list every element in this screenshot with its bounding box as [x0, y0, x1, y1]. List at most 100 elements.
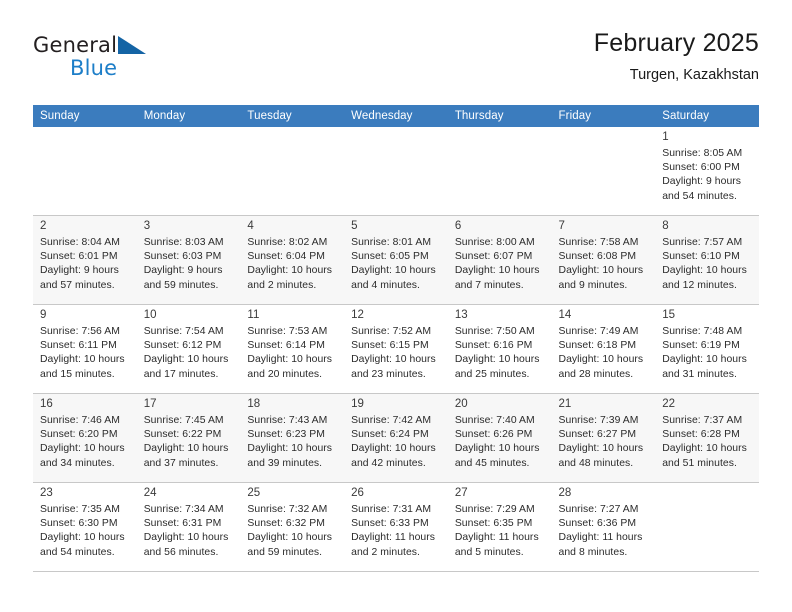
day-cell-content: 14 Sunrise: 7:49 AM Sunset: 6:18 PM Dayligh…: [552, 305, 656, 393]
sunrise-text: Sunrise: 7:40 AM: [454, 415, 535, 426]
daylight-text-line2: and 15 minutes.: [40, 368, 115, 380]
day-cell[interactable]: 16 Sunrise: 7:46 AM Sunset: 6:20 PM Dayligh…: [33, 393, 137, 483]
day-number: 11: [247, 309, 260, 321]
day-cell-content: 16 Sunrise: 7:46 AM Sunset: 6:20 PM Dayligh…: [33, 394, 137, 482]
day-cell[interactable]: 12 Sunrise: 7:52 AM Sunset: 6:15 PM Dayligh…: [344, 304, 448, 394]
day-details: Sunrise: 8:03 AM Sunset: 6:03 PM Daylight:…: [144, 236, 235, 293]
day-cell[interactable]: 24 Sunrise: 7:34 AM Sunset: 6:31 PM Dayligh…: [136, 482, 241, 572]
sunset-text: Sunset: 6:12 PM: [143, 340, 222, 352]
sunrise-text: Sunrise: 7:49 AM: [558, 326, 639, 337]
day-details: Sunrise: 7:54 AM Sunset: 6:12 PM Daylight:…: [144, 325, 235, 382]
daylight-text-line1: Daylight: 9 hours: [662, 176, 742, 188]
day-details: Sunrise: 7:52 AM Sunset: 6:15 PM Daylight:…: [351, 325, 442, 382]
day-cell[interactable]: [551, 127, 656, 216]
day-cell[interactable]: 25 Sunrise: 7:32 AM Sunset: 6:32 PM Dayligh…: [240, 482, 345, 572]
day-details: Sunrise: 7:48 AM Sunset: 6:19 PM Daylight:…: [662, 325, 753, 382]
day-cell[interactable]: 26 Sunrise: 7:31 AM Sunset: 6:33 PM Dayligh…: [344, 482, 448, 572]
day-cell-content: 28 Sunrise: 7:27 AM Sunset: 6:36 PM Dayligh…: [552, 483, 656, 571]
day-number: 17: [143, 398, 157, 410]
day-number: 28: [558, 487, 572, 499]
day-cell[interactable]: 11 Sunrise: 7:53 AM Sunset: 6:14 PM Dayligh…: [240, 304, 345, 394]
day-cell[interactable]: [344, 127, 448, 216]
daylight-text-line1: Daylight: 10 hours: [351, 354, 436, 366]
day-details: Sunrise: 7:32 AM Sunset: 6:32 PM Daylight:…: [247, 503, 338, 560]
daylight-text-line1: Daylight: 10 hours: [247, 443, 333, 455]
sunset-text: Sunset: 6:27 PM: [558, 429, 637, 441]
daylight-text-line1: Daylight: 11 hours: [351, 532, 435, 544]
day-cell[interactable]: 13 Sunrise: 7:50 AM Sunset: 6:16 PM Dayligh…: [447, 304, 552, 394]
day-cell[interactable]: 9 Sunrise: 7:56 AM Sunset: 6:11 PM Daylight…: [33, 304, 137, 394]
day-cell[interactable]: 15 Sunrise: 7:48 AM Sunset: 6:19 PM Dayligh…: [655, 304, 759, 394]
day-cell[interactable]: 21 Sunrise: 7:39 AM Sunset: 6:27 PM Dayligh…: [551, 393, 656, 483]
daylight-text-line2: and 54 minutes.: [662, 190, 737, 202]
daylight-text-line2: and 9 minutes.: [558, 279, 628, 291]
day-cell[interactable]: 10 Sunrise: 7:54 AM Sunset: 6:12 PM Dayligh…: [136, 304, 241, 394]
day-details: Sunrise: 7:29 AM Sunset: 6:35 PM Daylight:…: [455, 503, 546, 560]
day-cell[interactable]: 18 Sunrise: 7:43 AM Sunset: 6:23 PM Dayligh…: [240, 393, 345, 483]
calendar-week-row: 1 Sunrise: 8:05 AM Sunset: 6:00 PM Daylight…: [33, 127, 759, 216]
day-cell[interactable]: 8 Sunrise: 7:57 AM Sunset: 6:10 PM Daylight…: [655, 215, 759, 305]
sunset-text: Sunset: 6:20 PM: [40, 429, 118, 441]
day-cell[interactable]: 7 Sunrise: 7:58 AM Sunset: 6:08 PM Daylight…: [551, 215, 656, 305]
day-cell-content: 10 Sunrise: 7:54 AM Sunset: 6:12 PM Dayligh…: [137, 305, 241, 393]
daylight-text-line1: Daylight: 10 hours: [247, 532, 333, 544]
day-details: Sunrise: 7:58 AM Sunset: 6:08 PM Daylight:…: [559, 236, 650, 293]
brand-name-blue: Blue: [70, 56, 118, 80]
day-number: 2: [40, 220, 47, 232]
day-number: 5: [351, 220, 358, 232]
sunrise-text: Sunrise: 7:57 AM: [662, 237, 743, 248]
day-cell[interactable]: [655, 482, 759, 572]
day-cell[interactable]: 23 Sunrise: 7:35 AM Sunset: 6:30 PM Dayligh…: [33, 482, 137, 572]
day-number: 25: [247, 487, 261, 499]
daylight-text-line2: and 2 minutes.: [351, 546, 420, 558]
daylight-text-line2: and 45 minutes.: [454, 457, 530, 469]
sunrise-text: Sunrise: 7:56 AM: [40, 326, 120, 337]
daylight-text-line1: Daylight: 10 hours: [662, 265, 747, 277]
daylight-text-line1: Daylight: 10 hours: [143, 532, 229, 544]
day-cell[interactable]: 28 Sunrise: 7:27 AM Sunset: 6:36 PM Dayligh…: [551, 482, 656, 572]
weekday-header-sunday: Sunday: [33, 105, 137, 127]
daylight-text-line2: and 5 minutes.: [454, 546, 524, 558]
sunset-text: Sunset: 6:00 PM: [662, 162, 740, 174]
day-cell[interactable]: [136, 127, 241, 216]
daylight-text-line2: and 34 minutes.: [40, 457, 115, 469]
day-details: Sunrise: 8:05 AM Sunset: 6:00 PM Daylight:…: [662, 147, 753, 204]
daylight-text-line2: and 51 minutes.: [662, 457, 737, 469]
day-cell[interactable]: 22 Sunrise: 7:37 AM Sunset: 6:28 PM Dayligh…: [655, 393, 759, 483]
sunrise-text: Sunrise: 8:00 AM: [454, 237, 535, 248]
day-number: 14: [558, 309, 572, 321]
sunrise-text: Sunrise: 7:27 AM: [558, 504, 639, 515]
day-cell-content: 20 Sunrise: 7:40 AM Sunset: 6:26 PM Dayligh…: [448, 394, 552, 482]
day-details: Sunrise: 7:34 AM Sunset: 6:31 PM Daylight:…: [144, 503, 235, 560]
sunset-text: Sunset: 6:35 PM: [454, 518, 533, 530]
daylight-text-line2: and 23 minutes.: [351, 368, 426, 380]
day-cell[interactable]: 6 Sunrise: 8:00 AM Sunset: 6:07 PM Daylight…: [447, 215, 552, 305]
day-cell[interactable]: 14 Sunrise: 7:49 AM Sunset: 6:18 PM Dayligh…: [551, 304, 656, 394]
day-cell[interactable]: 2 Sunrise: 8:04 AM Sunset: 6:01 PM Daylight…: [33, 215, 137, 305]
day-cell[interactable]: 3 Sunrise: 8:03 AM Sunset: 6:03 PM Daylight…: [136, 215, 241, 305]
day-cell[interactable]: 4 Sunrise: 8:02 AM Sunset: 6:04 PM Daylight…: [240, 215, 345, 305]
daylight-text-line2: and 54 minutes.: [40, 546, 115, 558]
day-cell[interactable]: 1 Sunrise: 8:05 AM Sunset: 6:00 PM Daylight…: [655, 127, 759, 216]
day-details: Sunrise: 8:02 AM Sunset: 6:04 PM Daylight:…: [247, 236, 338, 293]
day-number: 18: [247, 398, 261, 410]
day-cell-content: [655, 483, 759, 571]
brand-logo[interactable]: General Blue: [33, 34, 263, 94]
sunrise-text: Sunrise: 7:42 AM: [351, 415, 432, 426]
sunset-text: Sunset: 6:24 PM: [351, 429, 429, 441]
day-cell-content: 1 Sunrise: 8:05 AM Sunset: 6:00 PM Daylight…: [655, 127, 759, 215]
day-cell[interactable]: [240, 127, 345, 216]
page-subtitle-location: Turgen, Kazakhstan: [629, 67, 759, 83]
sunset-text: Sunset: 6:11 PM: [40, 340, 117, 352]
day-cell[interactable]: [447, 127, 552, 216]
sunset-text: Sunset: 6:19 PM: [662, 340, 740, 352]
day-cell[interactable]: 27 Sunrise: 7:29 AM Sunset: 6:35 PM Dayligh…: [447, 482, 552, 572]
day-cell[interactable]: 19 Sunrise: 7:42 AM Sunset: 6:24 PM Dayligh…: [344, 393, 448, 483]
daylight-text-line1: Daylight: 10 hours: [558, 354, 644, 366]
day-cell[interactable]: [33, 127, 137, 216]
calendar-page: General Blue February 2025 Turgen, Kazak…: [0, 0, 792, 612]
daylight-text-line2: and 39 minutes.: [247, 457, 323, 469]
day-cell[interactable]: 5 Sunrise: 8:01 AM Sunset: 6:05 PM Daylight…: [344, 215, 448, 305]
day-cell[interactable]: 17 Sunrise: 7:45 AM Sunset: 6:22 PM Dayligh…: [136, 393, 241, 483]
day-cell[interactable]: 20 Sunrise: 7:40 AM Sunset: 6:26 PM Dayligh…: [447, 393, 552, 483]
